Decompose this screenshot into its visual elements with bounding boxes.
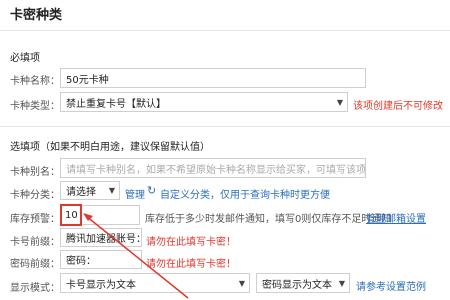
caret-down-icon: ▼: [108, 186, 115, 195]
card-type-select[interactable]: 禁止重复卡号【默认】 ▼: [60, 92, 348, 112]
card-display-value: 卡号显示为文本: [66, 279, 136, 291]
card-type-value: 禁止重复卡号【默认】: [66, 98, 166, 110]
display-mode-label: 显示模式：: [10, 283, 60, 294]
refresh-icon[interactable]: ↻: [147, 184, 156, 197]
card-prefix-input[interactable]: 腾讯加速器账号：: [60, 228, 142, 247]
custom-category-link[interactable]: 自定义分类，仅用于查询卡种时更方便: [160, 186, 330, 201]
stock-alert-input-box[interactable]: [80, 205, 140, 225]
card-type-label: 卡种类型：: [10, 101, 60, 112]
card-prefix-warning: 请勿在此填写卡密！: [146, 237, 236, 248]
card-name-label: 卡种名称：: [10, 76, 60, 87]
category-label: 卡种分类：: [10, 190, 60, 201]
password-display-value: 密码显示为文本: [262, 279, 332, 291]
page-title: 卡密种类: [10, 8, 63, 23]
password-prefix-input[interactable]: 密码：: [60, 250, 142, 269]
alias-input[interactable]: 请填写卡种别名，如果不希望原始卡种名称显示给买家，可填写该项以便: [60, 158, 366, 178]
mail-settings-link[interactable]: 管理邮箱设置: [366, 210, 426, 225]
caret-down-icon: ▼: [336, 97, 343, 107]
required-section-heading: 必填项: [10, 53, 40, 64]
category-manage-link[interactable]: 管理: [125, 186, 145, 201]
stock-alert-label: 库存预警：: [10, 214, 60, 225]
section-divider: [0, 126, 450, 127]
card-prefix-label: 卡号前缀：: [10, 237, 60, 248]
password-prefix-label: 密码前缀：: [10, 259, 60, 270]
caret-down-icon: ▼: [238, 278, 245, 288]
caret-down-icon: ▼: [338, 278, 345, 288]
example-settings-link[interactable]: 请参考设置范例: [356, 278, 426, 293]
alias-label: 卡种别名：: [10, 167, 60, 178]
card-display-select[interactable]: 卡号显示为文本 ▼: [60, 273, 250, 293]
stock-alert-note: 库存低于多少时发邮件通知，填写0则仅库存不足时通知: [145, 214, 392, 225]
card-type-note: 该项创建后不可修改: [353, 101, 443, 112]
category-value: 请选择: [66, 187, 96, 198]
password-prefix-warning: 请勿在此填写卡密！: [146, 259, 236, 270]
card-name-input[interactable]: 50元卡种: [60, 68, 366, 88]
category-select[interactable]: 请选择 ▼: [60, 181, 120, 200]
password-display-select[interactable]: 密码显示为文本 ▼: [256, 273, 350, 293]
stock-alert-input[interactable]: 10: [60, 204, 82, 226]
optional-section-heading: 选填项（如果不明白用途，建议保留默认值）: [10, 142, 210, 153]
title-divider: [0, 30, 450, 31]
